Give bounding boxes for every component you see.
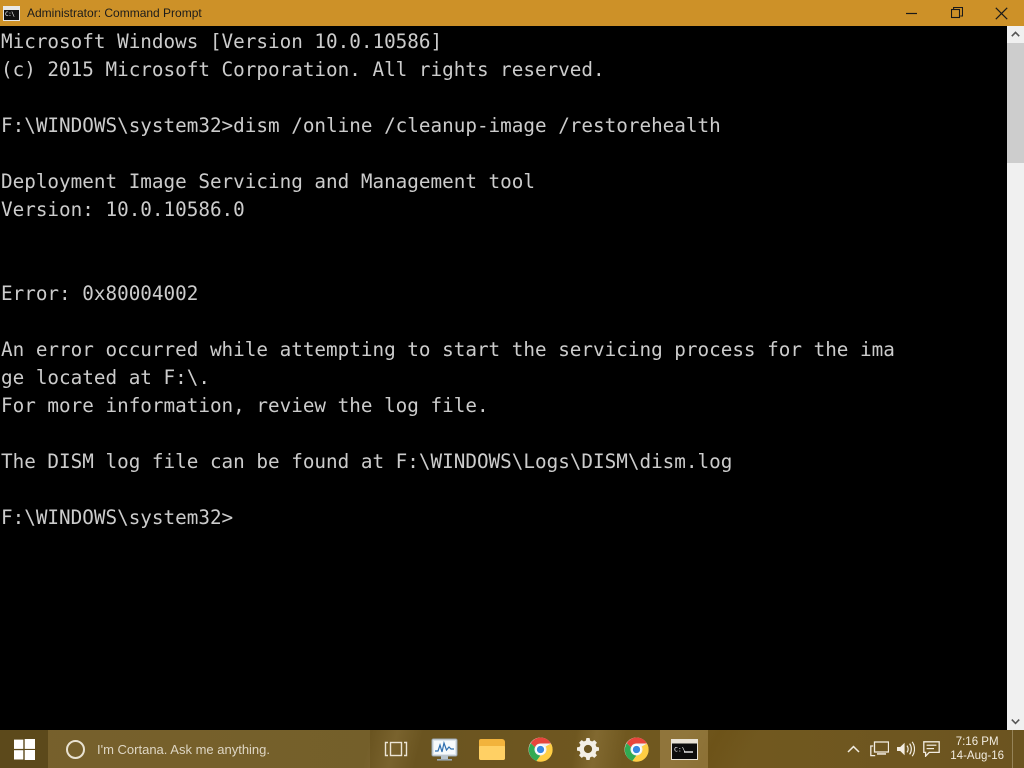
show-desktop-button[interactable]	[1012, 730, 1020, 768]
close-button[interactable]	[979, 0, 1024, 26]
taskbar-items: C:\	[372, 730, 708, 768]
window-controls	[889, 0, 1024, 26]
scroll-thumb[interactable]	[1007, 43, 1024, 163]
network-button[interactable]	[866, 730, 892, 768]
task-view-button[interactable]	[372, 730, 420, 768]
screen: Administrator: Command Prompt	[0, 0, 1024, 768]
speaker-icon	[896, 741, 915, 757]
clock-date: 14-Aug-16	[950, 750, 1004, 762]
command-prompt-window: Administrator: Command Prompt	[0, 0, 1024, 730]
console-output-area[interactable]: Microsoft Windows [Version 10.0.10586] (…	[0, 26, 1007, 730]
console-scrollbar[interactable]	[1007, 26, 1024, 730]
chrome-icon	[624, 737, 649, 762]
scroll-up-arrow[interactable]	[1007, 26, 1024, 43]
system-tray: 7:16 PM 14-Aug-16	[840, 730, 1024, 768]
file-explorer-button[interactable]	[468, 730, 516, 768]
titlebar-left: Administrator: Command Prompt	[0, 5, 889, 21]
cortana-placeholder: I'm Cortana. Ask me anything.	[97, 741, 271, 757]
action-center-icon	[922, 741, 940, 757]
volume-button[interactable]	[892, 730, 918, 768]
task-manager-icon	[431, 738, 457, 761]
chrome-icon	[528, 737, 553, 762]
clock[interactable]: 7:16 PM 14-Aug-16	[944, 730, 1012, 768]
chevron-up-icon	[847, 745, 860, 753]
action-center-button[interactable]	[918, 730, 944, 768]
network-icon	[869, 741, 889, 757]
command-prompt-taskbar-button[interactable]: C:\	[660, 730, 708, 768]
scroll-down-arrow[interactable]	[1007, 713, 1024, 730]
task-manager-button[interactable]	[420, 730, 468, 768]
taskbar: I'm Cortana. Ask me anything. C:\ 7:16 P…	[0, 730, 1024, 768]
clock-time: 7:16 PM	[955, 736, 999, 748]
show-hidden-icons-button[interactable]	[840, 730, 866, 768]
window-titlebar[interactable]: Administrator: Command Prompt	[0, 0, 1024, 26]
start-button[interactable]	[0, 730, 48, 768]
console-icon: C:\	[670, 738, 698, 760]
console-text: Microsoft Windows [Version 10.0.10586] (…	[1, 30, 895, 529]
restore-button[interactable]	[934, 0, 979, 26]
window-title: Administrator: Command Prompt	[27, 6, 202, 20]
chrome-button[interactable]	[516, 730, 564, 768]
folder-icon	[479, 738, 505, 760]
cortana-ring-icon	[66, 739, 85, 759]
cortana-search-box[interactable]: I'm Cortana. Ask me anything.	[48, 730, 370, 768]
chrome-button-2[interactable]	[612, 730, 660, 768]
gear-icon	[577, 738, 599, 760]
settings-button[interactable]	[564, 730, 612, 768]
minimize-button[interactable]	[889, 0, 934, 26]
console-icon	[3, 5, 20, 21]
windows-logo-icon	[13, 738, 35, 760]
task-view-icon	[384, 741, 408, 757]
